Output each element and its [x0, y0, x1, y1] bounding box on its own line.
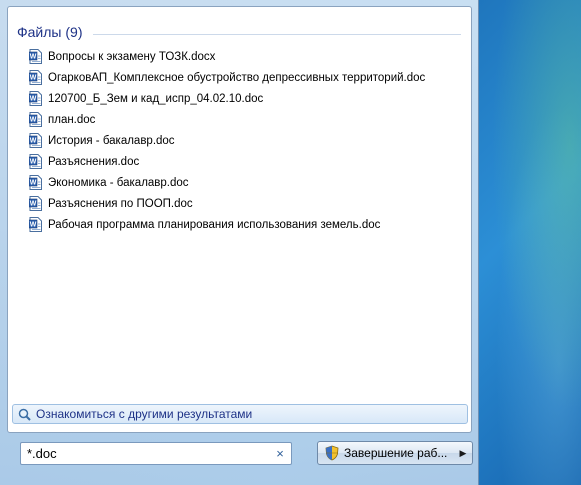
file-result-item[interactable]: W ОгарковАП_Комплексное обустройство депр…	[29, 67, 425, 88]
shutdown-label: Завершение раб...	[344, 446, 448, 460]
svg-text:W: W	[30, 96, 37, 103]
file-name: 120700_Б_Зем и кад_испр_04.02.10.doc	[48, 92, 264, 105]
file-name: Разъяснения по ПООП.doc	[48, 197, 193, 210]
word-document-icon: W	[29, 112, 48, 127]
file-name: История - бакалавр.doc	[48, 134, 175, 147]
file-result-item[interactable]: W Экономика - бакалавр.doc	[29, 172, 425, 193]
file-name: план.doc	[48, 113, 96, 126]
see-more-results-link[interactable]: Ознакомиться с другими результатами	[12, 404, 468, 424]
word-document-icon: W	[29, 217, 48, 232]
svg-text:W: W	[30, 180, 37, 187]
search-results-pane: Файлы (9) W Вопросы к экзамену ТОЗК.docx W…	[7, 6, 472, 433]
svg-text:W: W	[30, 222, 37, 229]
search-icon	[18, 408, 31, 421]
file-name: Экономика - бакалавр.doc	[48, 176, 189, 189]
search-input[interactable]	[21, 443, 272, 464]
word-document-icon: W	[29, 133, 48, 148]
clear-search-icon[interactable]: ×	[272, 446, 288, 461]
svg-text:W: W	[30, 159, 37, 166]
desktop-background	[470, 0, 581, 485]
group-divider	[93, 34, 461, 35]
svg-text:W: W	[30, 201, 37, 208]
shutdown-button[interactable]: Завершение раб...	[317, 441, 455, 465]
results-list: W Вопросы к экзамену ТОЗК.docx W ОгарковАП_…	[29, 46, 425, 235]
word-document-icon: W	[29, 154, 48, 169]
see-more-label: Ознакомиться с другими результатами	[36, 407, 253, 421]
word-document-icon: W	[29, 175, 48, 190]
file-result-item[interactable]: W Разъяснения по ПООП.doc	[29, 193, 425, 214]
file-result-item[interactable]: Wплан.doc	[29, 109, 425, 130]
search-box: ×	[20, 442, 292, 465]
file-name: Рабочая программа планирования использов…	[48, 218, 381, 231]
svg-text:W: W	[30, 117, 37, 124]
word-document-icon: W	[29, 70, 48, 85]
file-name: ОгарковАП_Комплексное обустройство депре…	[48, 71, 426, 84]
file-result-item[interactable]: W История - бакалавр.doc	[29, 130, 425, 151]
group-header-files[interactable]: Файлы (9)	[17, 24, 82, 40]
svg-text:W: W	[30, 54, 37, 61]
chevron-right-icon: ▶	[459, 447, 467, 458]
word-document-icon: W	[29, 196, 48, 211]
start-menu: Файлы (9) W Вопросы к экзамену ТОЗК.docx W…	[0, 0, 479, 485]
file-result-item[interactable]: W Вопросы к экзамену ТОЗК.docx	[29, 46, 425, 67]
file-result-item[interactable]: W 120700_Б_Зем и кад_испр_04.02.10.doc	[29, 88, 425, 109]
uac-shield-icon	[325, 445, 339, 461]
file-name: Вопросы к экзамену ТОЗК.docx	[48, 50, 216, 63]
file-result-item[interactable]: W Разъяснения.doc	[29, 151, 425, 172]
word-document-icon: W	[29, 49, 48, 64]
word-document-icon: W	[29, 91, 48, 106]
svg-text:W: W	[30, 75, 37, 82]
file-name: Разъяснения.doc	[48, 155, 140, 168]
shutdown-options-button[interactable]: ▶	[454, 441, 473, 465]
file-result-item[interactable]: W Рабочая программа планирования использо…	[29, 214, 425, 235]
svg-text:W: W	[30, 138, 37, 145]
